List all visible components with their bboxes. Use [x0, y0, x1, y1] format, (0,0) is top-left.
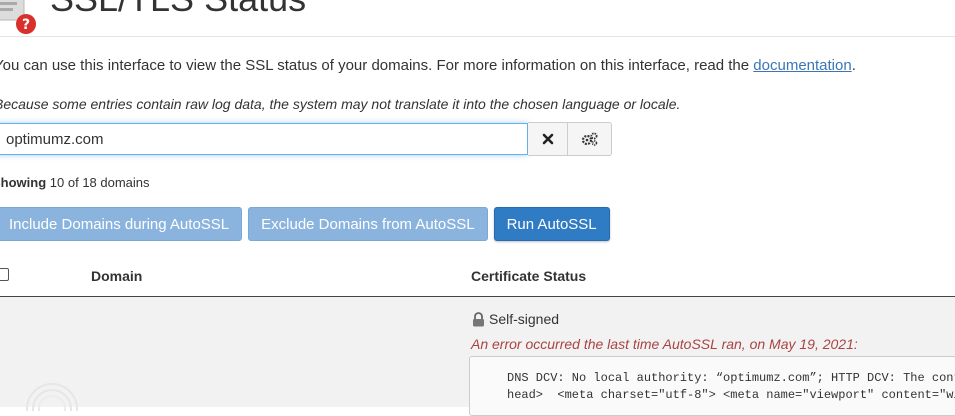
exclude-domains-button[interactable]: Exclude Domains from AutoSSL — [248, 207, 488, 241]
svg-text:?: ? — [22, 17, 30, 33]
documentation-link[interactable]: documentation — [753, 57, 851, 74]
domain-column-header[interactable]: Domain — [91, 268, 142, 284]
clear-search-button[interactable] — [528, 122, 568, 156]
times-icon — [542, 133, 553, 145]
include-domains-button[interactable]: Include Domains during AutoSSL — [0, 207, 243, 241]
title-divider — [0, 36, 955, 37]
autossl-actions: Include Domains during AutoSSL Exclude D… — [0, 207, 610, 241]
intro-end: . — [851, 57, 856, 74]
run-autossl-button[interactable]: Run AutoSSL — [493, 207, 610, 241]
intro-body: You can use this interface to view the S… — [0, 57, 754, 74]
certificate-status: Self-signed — [472, 311, 559, 327]
certificate-status-column-header[interactable]: Certificate Status — [471, 268, 586, 284]
intro-text: You can use this interface to view the S… — [0, 57, 856, 74]
raw-log-output: DNS DCV: No local authority: “optimumz.c… — [469, 356, 955, 416]
showing-label: Showing — [0, 175, 47, 190]
status-text: Self-signed — [489, 311, 560, 327]
table-row: Self-signed An error occurred the last t… — [0, 297, 955, 416]
table-header: Domain Certificate Status — [0, 258, 955, 298]
lock-icon — [473, 311, 484, 326]
page-title: SSL/TLS Status — [50, 0, 306, 20]
search-options-button[interactable] — [568, 122, 612, 156]
showing-count: 10 of 18 domains — [49, 175, 150, 190]
autossl-error-message: An error occurred the last time AutoSSL … — [471, 336, 858, 352]
results-count: Showing 10 of 18 domains — [0, 175, 150, 190]
raw-log-note: Because some entries contain raw log dat… — [0, 96, 681, 112]
select-all-checkbox[interactable] — [0, 268, 9, 281]
log-line: head> <meta charset="utf-8"> <meta name=… — [507, 388, 955, 402]
ssl-status-icon: ? — [0, 0, 36, 34]
domain-search-input[interactable] — [0, 123, 528, 155]
search-group — [0, 122, 612, 157]
gears-icon — [581, 132, 597, 146]
log-line: DNS DCV: No local authority: “optimumz.c… — [507, 371, 955, 385]
